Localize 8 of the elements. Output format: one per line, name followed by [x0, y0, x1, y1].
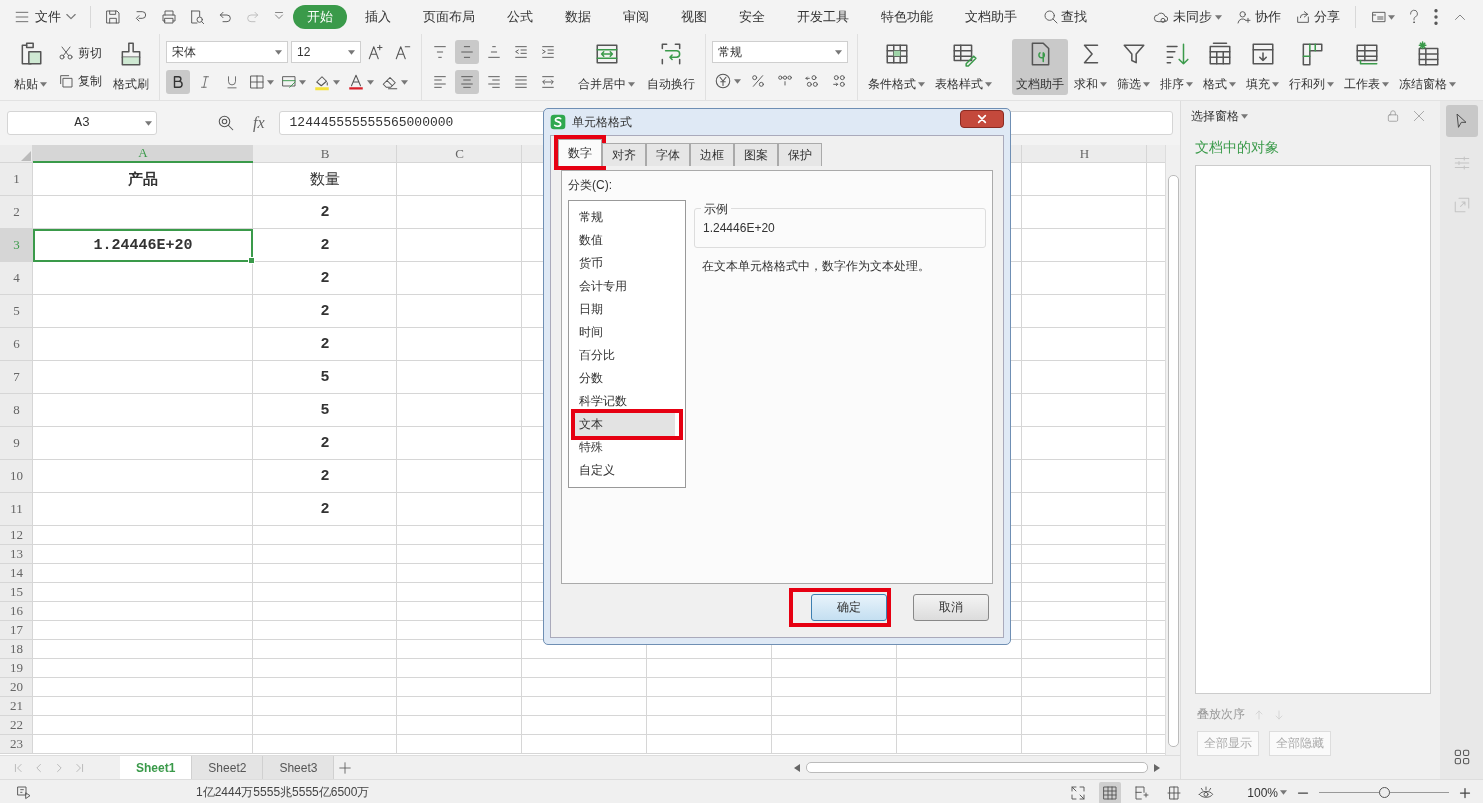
category-label: 分类(C): — [568, 177, 613, 194]
order-label: 叠放次序 — [1197, 706, 1245, 723]
description-text: 在文本单元格格式中，数字作为文本处理。 — [702, 258, 931, 275]
dialog-title: 单元格格式 — [572, 113, 632, 131]
sample-label: 示例 — [701, 201, 731, 218]
pane-heading: 文档中的对象 — [1195, 139, 1280, 157]
status-text: 1亿2444万5555兆5555亿6500万 — [196, 784, 370, 801]
sample-value: 1.24446E+20 — [703, 221, 775, 235]
